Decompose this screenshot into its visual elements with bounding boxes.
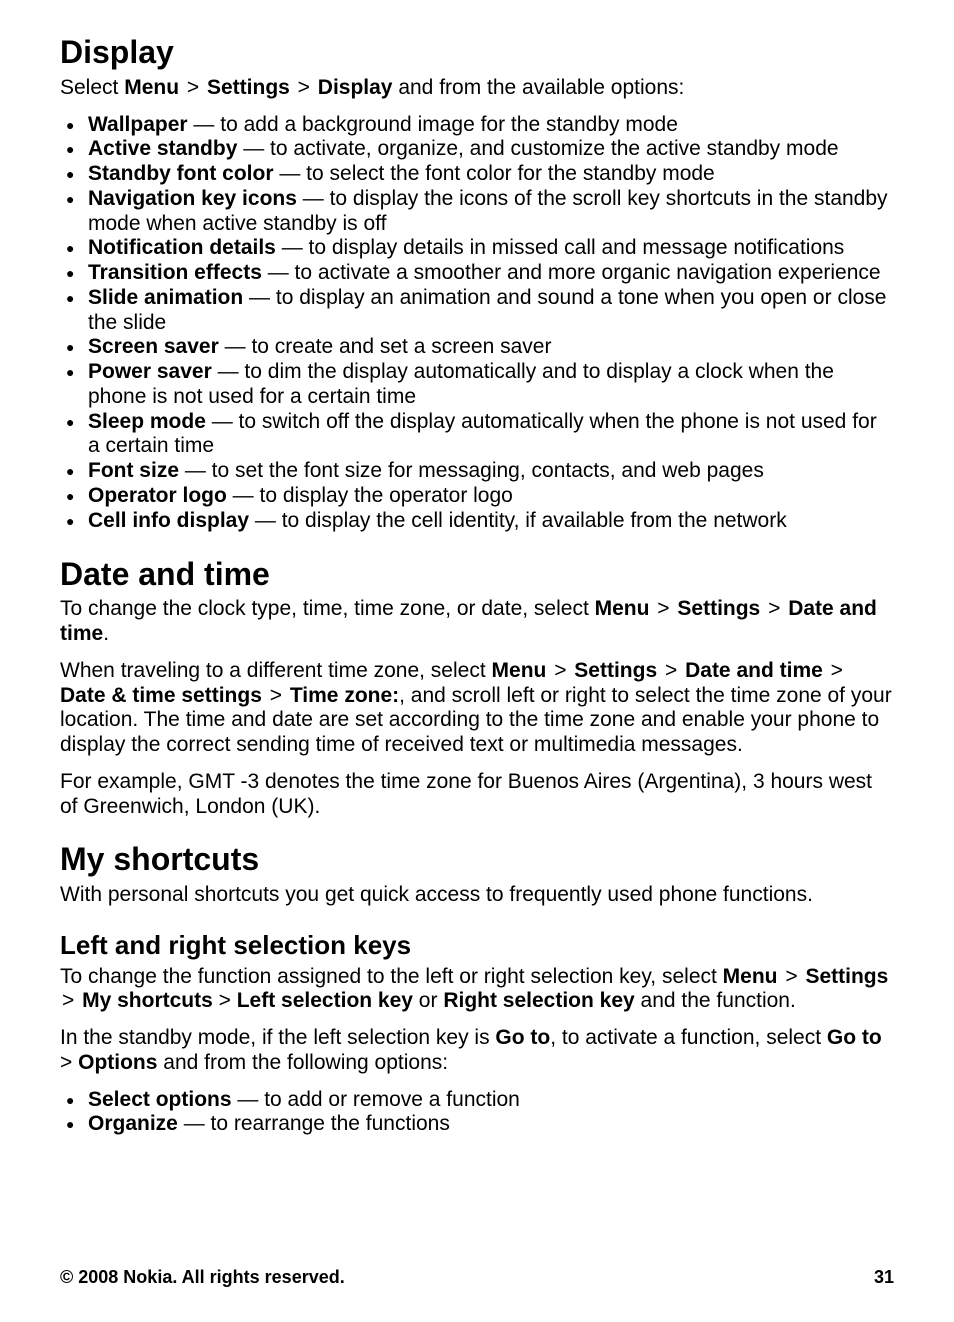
list-item: Slide animation — to display an animatio… (60, 286, 894, 336)
path-menu: Menu (595, 597, 650, 620)
text: When traveling to a different time zone,… (60, 659, 492, 682)
list-item: Sleep mode — to switch off the display a… (60, 410, 894, 460)
datetime-p3: For example, GMT -3 denotes the time zon… (60, 770, 894, 820)
path-myshortcuts: My shortcuts (82, 989, 213, 1012)
option-right: Right selection key (443, 989, 634, 1012)
list-item: Standby font color — to select the font … (60, 162, 894, 187)
option-term: Screen saver (88, 335, 219, 358)
path-settings: Settings (805, 965, 888, 988)
sep: > (766, 597, 782, 622)
heading-datetime: Date and time (60, 556, 894, 594)
option-desc: — to add a background image for the stan… (188, 113, 678, 136)
list-item: Font size — to set the font size for mes… (60, 459, 894, 484)
sep: > (185, 76, 201, 101)
display-options-list: Wallpaper — to add a background image fo… (60, 113, 894, 534)
path-settings: Settings (207, 76, 290, 99)
option-desc: — to display the operator logo (227, 484, 513, 507)
list-item: Power saver — to dim the display automat… (60, 360, 894, 410)
sep: > (783, 965, 799, 990)
text: and from the available options: (392, 76, 684, 99)
option-desc: — to rearrange the functions (178, 1112, 450, 1135)
option-term: Slide animation (88, 286, 243, 309)
option-term: Font size (88, 459, 179, 482)
option-term: Navigation key icons (88, 187, 297, 210)
option-term: Wallpaper (88, 113, 188, 136)
list-item: Transition effects — to activate a smoot… (60, 261, 894, 286)
list-item: Select options — to add or remove a func… (60, 1088, 894, 1113)
list-item: Cell info display — to display the cell … (60, 509, 894, 534)
key-goto: Go to (495, 1026, 550, 1049)
sep: > (552, 659, 568, 684)
sep: > (60, 1051, 78, 1074)
option-term: Organize (88, 1112, 178, 1135)
text: To change the clock type, time, time zon… (60, 597, 595, 620)
sep: > (655, 597, 671, 622)
text: To change the function assigned to the l… (60, 965, 723, 988)
path-settings: Settings (574, 659, 657, 682)
selectionkeys-p1: To change the function assigned to the l… (60, 965, 894, 1015)
option-desc: — to activate a smoother and more organi… (262, 261, 881, 284)
option-desc: — to display the cell identity, if avail… (249, 509, 787, 532)
path-settings: Settings (677, 597, 760, 620)
option-desc: — to activate, organize, and customize t… (237, 137, 838, 160)
sep: > (213, 989, 237, 1012)
sep: > (296, 76, 312, 101)
option-desc: — to add or remove a function (232, 1088, 520, 1111)
shortcuts-intro: With personal shortcuts you get quick ac… (60, 883, 894, 908)
option-desc: — to set the font size for messaging, co… (179, 459, 764, 482)
path-timezone: Time zone: (290, 684, 399, 707)
page-number: 31 (874, 1267, 894, 1288)
option-term: Operator logo (88, 484, 227, 507)
key-options: Options (78, 1051, 157, 1074)
list-item: Wallpaper — to add a background image fo… (60, 113, 894, 138)
selectionkeys-options-list: Select options — to add or remove a func… (60, 1088, 894, 1138)
option-term: Notification details (88, 236, 276, 259)
path-menu: Menu (723, 965, 778, 988)
path-display: Display (318, 76, 393, 99)
text: or (413, 989, 443, 1012)
text: Select (60, 76, 124, 99)
option-term: Cell info display (88, 509, 249, 532)
option-term: Active standby (88, 137, 237, 160)
copyright-text: © 2008 Nokia. All rights reserved. (60, 1267, 345, 1288)
option-left: Left selection key (237, 989, 413, 1012)
sep: > (829, 659, 845, 684)
option-desc: — to create and set a screen saver (219, 335, 552, 358)
text: and the function. (635, 989, 796, 1012)
sep: > (268, 684, 284, 709)
option-desc: — to display details in missed call and … (276, 236, 844, 259)
heading-selectionkeys: Left and right selection keys (60, 930, 894, 961)
heading-shortcuts: My shortcuts (60, 841, 894, 879)
path-dtsettings: Date & time settings (60, 684, 262, 707)
text: , to activate a function, select (550, 1026, 827, 1049)
list-item: Notification details — to display detail… (60, 236, 894, 261)
display-intro: Select Menu > Settings > Display and fro… (60, 76, 894, 101)
sep: > (663, 659, 679, 684)
list-item: Navigation key icons — to display the ic… (60, 187, 894, 237)
text: . (103, 622, 109, 645)
list-item: Active standby — to activate, organize, … (60, 137, 894, 162)
page-footer: © 2008 Nokia. All rights reserved. 31 (60, 1267, 894, 1288)
option-term: Standby font color (88, 162, 274, 185)
datetime-p1: To change the clock type, time, time zon… (60, 597, 894, 647)
path-dateandtime: Date and time (685, 659, 823, 682)
sep: > (60, 989, 76, 1014)
text: In the standby mode, if the left selecti… (60, 1026, 495, 1049)
selectionkeys-p2: In the standby mode, if the left selecti… (60, 1026, 894, 1076)
option-desc: — to switch off the display automaticall… (88, 410, 877, 458)
option-term: Select options (88, 1088, 232, 1111)
option-term: Transition effects (88, 261, 262, 284)
path-menu: Menu (124, 76, 179, 99)
path-menu: Menu (492, 659, 547, 682)
list-item: Organize — to rearrange the functions (60, 1112, 894, 1137)
heading-display: Display (60, 34, 894, 72)
key-goto: Go to (827, 1026, 882, 1049)
list-item: Screen saver — to create and set a scree… (60, 335, 894, 360)
option-term: Power saver (88, 360, 212, 383)
option-desc: — to select the font color for the stand… (274, 162, 715, 185)
text: and from the following options: (157, 1051, 448, 1074)
datetime-p2: When traveling to a different time zone,… (60, 659, 894, 758)
option-term: Sleep mode (88, 410, 206, 433)
list-item: Operator logo — to display the operator … (60, 484, 894, 509)
